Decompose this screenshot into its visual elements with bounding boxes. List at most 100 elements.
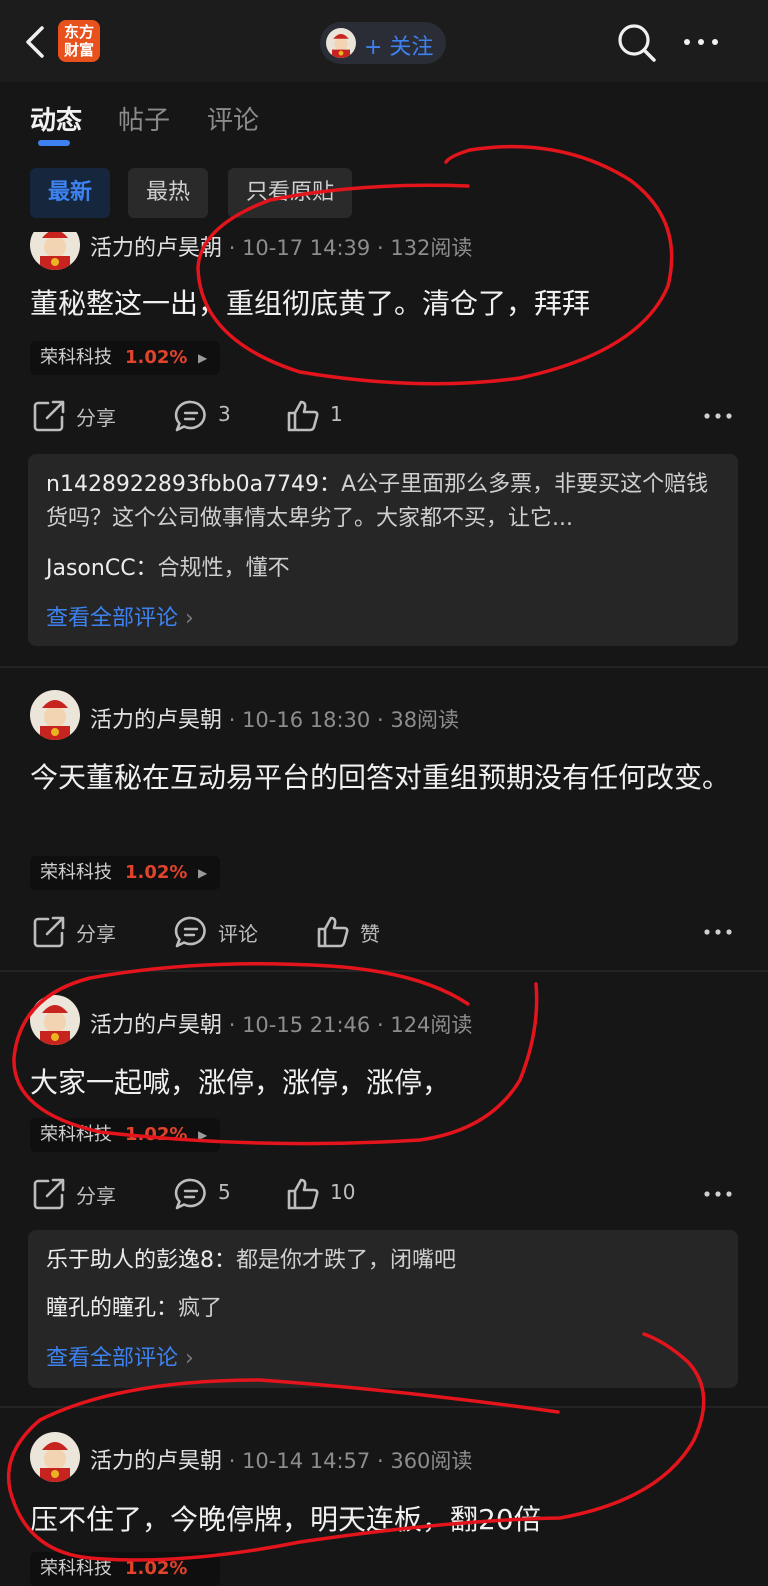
comments-preview[interactable]: 乐于助人的彭逸8：都是你才跌了，闭嘴吧 瞳孔的瞳孔：疯了 查看全部评论 ›: [28, 1230, 738, 1388]
post-content[interactable]: 大家一起喊，涨停，涨停，涨停，: [30, 1061, 740, 1105]
share-label: 分享: [76, 1184, 116, 1208]
avatar[interactable]: [30, 1432, 80, 1482]
post-reads: 38阅读: [390, 708, 460, 732]
comment-line[interactable]: 瞳孔的瞳孔：疯了: [46, 1292, 722, 1326]
post-divider: [0, 970, 768, 972]
post-date: 10-17 14:39: [242, 236, 371, 260]
post-actions: 分享 3 1: [0, 396, 768, 436]
stock-name: 荣科科技: [40, 862, 112, 883]
post-date: 10-15 21:46: [242, 1013, 371, 1037]
comment-user[interactable]: 瞳孔的瞳孔：: [46, 1296, 178, 1321]
post-content[interactable]: 今天董秘在互动易平台的回答对重组预期没有任何改变。: [30, 756, 740, 800]
play-triangle-icon: ▶: [198, 1128, 208, 1142]
post-more-icon[interactable]: [704, 412, 732, 420]
filter-hottest[interactable]: 最热: [128, 168, 209, 218]
post-date: 10-16 18:30: [242, 708, 371, 732]
comments-preview[interactable]: n1428922893fbb0a7749：A公子里面那么多票，非要买这个赔钱货吗…: [28, 454, 738, 646]
post-meta: 活力的卢昊朝 · 10-16 18:30 · 38阅读: [90, 708, 460, 733]
post-meta: 活力的卢昊朝 · 10-17 14:39 · 132阅读: [90, 236, 473, 261]
comment-user[interactable]: JasonCC：: [46, 556, 158, 581]
active-tab-indicator: [38, 140, 70, 146]
comment-label: 评论: [218, 922, 258, 946]
post-actions: 分享 评论 赞: [0, 912, 768, 952]
post-more-icon[interactable]: [704, 1190, 732, 1198]
post-author[interactable]: 活力的卢昊朝: [90, 236, 222, 261]
tab-posts[interactable]: 帖子: [118, 100, 170, 137]
thumbs-up-icon: [287, 400, 319, 432]
chevron-right-icon: ›: [178, 606, 194, 631]
post-reads: 360阅读: [390, 1449, 473, 1473]
post-author[interactable]: 活力的卢昊朝: [90, 708, 222, 733]
stock-change: 1.02%: [125, 347, 188, 368]
view-all-comments-link[interactable]: 查看全部评论 ›: [46, 1340, 194, 1372]
comment-text: 都是你才跌了，闭嘴吧: [236, 1248, 457, 1273]
stock-name: 荣科科技: [40, 1124, 112, 1145]
avatar: [326, 28, 356, 58]
view-all-label: 查看全部评论: [46, 1346, 179, 1371]
post-date: 10-14 14:57: [242, 1449, 371, 1473]
follow-label: + 关注: [364, 35, 434, 60]
comment-icon: [174, 400, 206, 432]
thumbs-up-icon: [317, 916, 349, 948]
share-icon: [33, 916, 65, 948]
more-dots-icon[interactable]: [682, 30, 722, 54]
stock-change: 1.02%: [125, 1558, 188, 1579]
post-content[interactable]: 董秘整这一出，重组彻底黄了。清仓了，拜拜: [30, 282, 740, 326]
like-count: 1: [330, 402, 343, 426]
tab-bar: 动态 帖子 评论: [0, 82, 768, 152]
like-count: 10: [330, 1180, 356, 1204]
stock-tag[interactable]: 荣科科技 1.02%: [30, 1552, 220, 1586]
post-reads: 132阅读: [390, 236, 473, 260]
comment-line[interactable]: 乐于助人的彭逸8：都是你才跌了，闭嘴吧: [46, 1244, 722, 1278]
annotation-loop-2: [12, 961, 539, 1146]
tab-dynamics[interactable]: 动态: [30, 100, 82, 137]
stock-name: 荣科科技: [40, 1558, 112, 1579]
comment-text: 合规性，懂不: [157, 556, 290, 581]
share-label: 分享: [76, 922, 116, 946]
search-icon[interactable]: [616, 22, 658, 64]
comment-user[interactable]: n1428922893fbb0a7749：: [46, 472, 341, 497]
top-bar: 东方 财富 + 关注: [0, 0, 768, 82]
stock-tag[interactable]: 荣科科技 1.02% ▶: [30, 856, 220, 890]
stock-name: 荣科科技: [40, 347, 112, 368]
post-actions: 分享 5 10: [0, 1174, 768, 1214]
stock-change: 1.02%: [125, 1124, 188, 1145]
post-meta: 活力的卢昊朝 · 10-14 14:57 · 360阅读: [90, 1449, 473, 1474]
like-label: 赞: [360, 922, 380, 946]
chevron-right-icon: ›: [178, 1346, 194, 1371]
share-icon: [33, 400, 65, 432]
comment-user[interactable]: 乐于助人的彭逸8：: [46, 1248, 236, 1273]
logo-line2: 财富: [63, 41, 94, 59]
avatar[interactable]: [30, 995, 80, 1045]
stock-tag[interactable]: 荣科科技 1.02% ▶: [30, 341, 220, 375]
post-content[interactable]: 压不住了，今晚停牌，明天连板，翻20倍: [30, 1498, 740, 1542]
comment-count: 5: [218, 1180, 231, 1204]
comment-line[interactable]: n1428922893fbb0a7749：A公子里面那么多票，非要买这个赔钱货吗…: [46, 468, 722, 536]
app-logo[interactable]: 东方 财富: [58, 20, 100, 62]
share-icon: [33, 1178, 65, 1210]
comment-count: 3: [218, 402, 231, 426]
post-reads: 124阅读: [390, 1013, 473, 1037]
follow-button[interactable]: + 关注: [320, 22, 446, 64]
post-meta: 活力的卢昊朝 · 10-15 21:46 · 124阅读: [90, 1013, 473, 1038]
logo-line1: 东方: [63, 23, 94, 41]
play-triangle-icon: ▶: [198, 866, 208, 880]
tab-comments[interactable]: 评论: [207, 100, 259, 137]
share-label: 分享: [76, 406, 116, 430]
view-all-comments-link[interactable]: 查看全部评论 ›: [46, 600, 194, 632]
back-arrow-icon[interactable]: [22, 24, 52, 60]
filter-original-only[interactable]: 只看原贴: [228, 168, 353, 218]
view-all-label: 查看全部评论: [46, 606, 179, 631]
comment-icon: [174, 916, 206, 948]
avatar[interactable]: [30, 690, 80, 740]
filter-latest[interactable]: 最新: [30, 168, 111, 218]
play-triangle-icon: ▶: [198, 351, 208, 365]
post-author[interactable]: 活力的卢昊朝: [90, 1013, 222, 1038]
post-divider: [0, 666, 768, 668]
comment-text: 疯了: [178, 1296, 223, 1321]
post-author[interactable]: 活力的卢昊朝: [90, 1449, 222, 1474]
stock-tag[interactable]: 荣科科技 1.02% ▶: [30, 1118, 220, 1152]
post-more-icon[interactable]: [704, 928, 732, 936]
comment-line[interactable]: JasonCC：合规性，懂不: [46, 552, 722, 586]
comment-icon: [174, 1178, 206, 1210]
